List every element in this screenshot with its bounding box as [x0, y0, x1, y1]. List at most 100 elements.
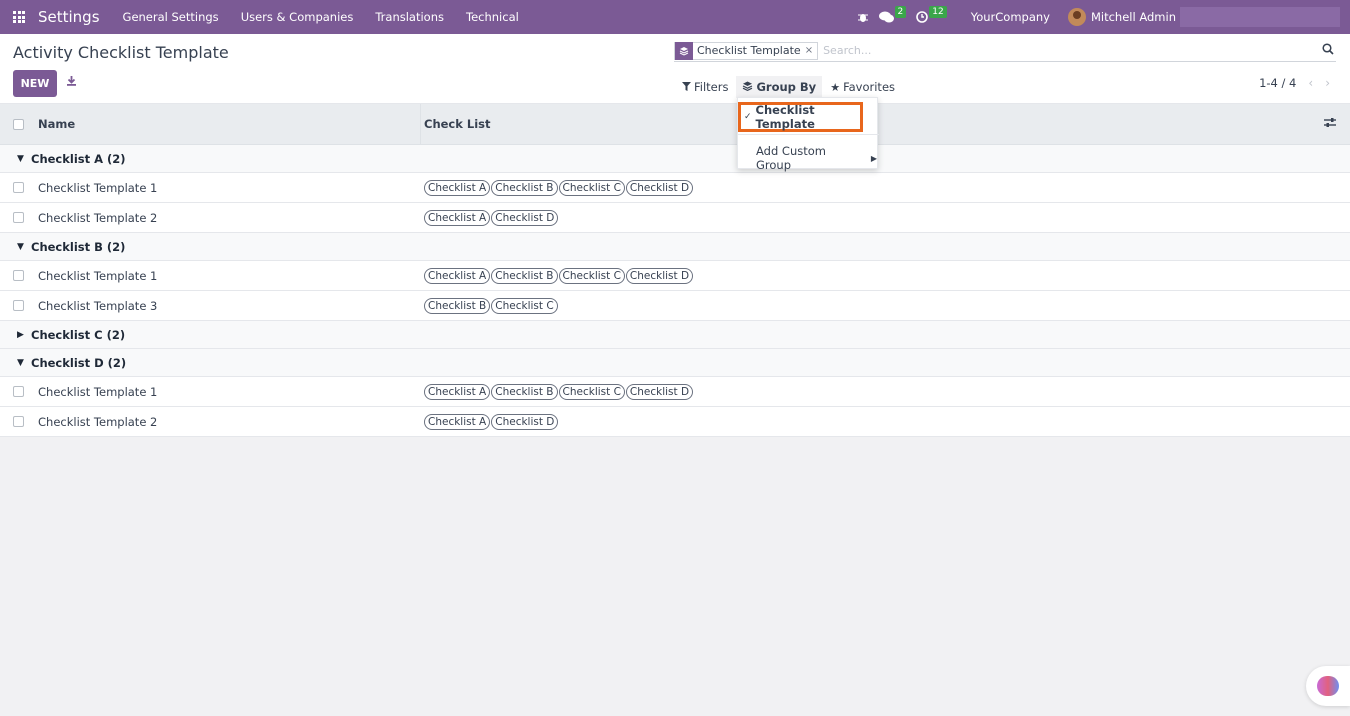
table-row[interactable]: Checklist Template 2 Checklist A Checklist… [0, 407, 1350, 437]
pager-value[interactable]: 1-4 / 4 [1259, 76, 1296, 90]
group-label: Checklist A (2) [31, 151, 126, 166]
column-header-name[interactable]: Name [38, 117, 75, 131]
filter-icon [682, 81, 691, 94]
activities-badge: 12 [929, 6, 947, 18]
checklist-tags: Checklist A Checklist D [424, 413, 559, 430]
layers-icon [742, 81, 753, 94]
checklist-tag: Checklist C [558, 179, 625, 196]
checklist-tag: Checklist B [491, 383, 558, 400]
new-button[interactable]: NEW [13, 70, 57, 97]
row-name: Checklist Template 1 [38, 268, 158, 283]
checklist-tag: Checklist D [491, 413, 559, 430]
group-row[interactable]: ▶ Checklist C (2) [0, 321, 1350, 349]
row-name: Checklist Template 2 [38, 210, 158, 225]
row-name: Checklist Template 1 [38, 384, 158, 399]
caret-down-icon: ▼ [17, 241, 24, 252]
app-brand[interactable]: Settings [38, 8, 100, 26]
checklist-tag: Checklist C [491, 297, 558, 314]
settings-sliders-icon[interactable] [1324, 117, 1336, 131]
groupby-option-label: Checklist Template [755, 103, 815, 131]
checklist-tags: Checklist A Checklist D [424, 209, 559, 226]
checklist-tag: Checklist A [424, 267, 491, 284]
groupby-option-checklist-template[interactable]: ✓ Checklist Template [738, 102, 863, 132]
table-row[interactable]: Checklist Template 1 Checklist A Checklist… [0, 261, 1350, 291]
filters-toggle[interactable]: Filters [682, 80, 728, 94]
caret-right-icon: ▶ [870, 153, 877, 163]
row-checkbox[interactable] [13, 212, 24, 223]
favorites-toggle[interactable]: ★ Favorites [830, 80, 895, 94]
search-input[interactable]: Search... [823, 44, 1322, 57]
page-title: Activity Checklist Template [13, 43, 229, 62]
checklist-tag: Checklist A [424, 383, 491, 400]
database-name-box [1180, 7, 1340, 27]
company-switcher[interactable]: YourCompany [971, 10, 1050, 24]
table-row[interactable]: Checklist Template 3 Checklist B Checklist… [0, 291, 1350, 321]
layers-icon [675, 41, 693, 60]
checklist-tag: Checklist D [625, 179, 694, 196]
caret-right-icon: ▶ [17, 329, 24, 340]
row-name: Checklist Template 2 [38, 414, 158, 429]
search-icon[interactable] [1322, 42, 1334, 59]
checklist-tag: Checklist D [625, 383, 694, 400]
checklist-tags: Checklist B Checklist C [424, 297, 559, 314]
groupby-label: Group By [756, 80, 817, 94]
groupby-toggle[interactable]: Group By [736, 76, 823, 98]
checklist-tag: Checklist C [558, 267, 625, 284]
group-row[interactable]: ▼ Checklist A (2) [0, 145, 1350, 173]
download-icon[interactable] [66, 75, 77, 90]
filters-label: Filters [694, 80, 729, 94]
menu-general-settings[interactable]: General Settings [112, 10, 230, 24]
add-custom-group-option[interactable]: Add Custom Group ▶ [756, 144, 877, 172]
checklist-tags: Checklist A Checklist B Checklist C Checkli… [424, 383, 694, 400]
search-bar: Checklist Template × Search... [674, 40, 1336, 62]
menu-technical[interactable]: Technical [455, 10, 530, 24]
table-row[interactable]: Checklist Template 1 Checklist A Checklist… [0, 377, 1350, 407]
group-label: Checklist C (2) [31, 327, 126, 342]
checklist-tag: Checklist C [558, 383, 625, 400]
check-icon: ✓ [744, 112, 752, 122]
row-checkbox[interactable] [13, 300, 24, 311]
row-checkbox[interactable] [13, 182, 24, 193]
facet-label: Checklist Template [697, 44, 801, 57]
chevron-left-icon[interactable]: ‹ [1308, 76, 1313, 90]
checklist-tag: Checklist D [625, 267, 694, 284]
ai-assistant-button[interactable] [1306, 666, 1350, 706]
select-all-checkbox[interactable] [13, 118, 24, 130]
group-label: Checklist B (2) [31, 239, 126, 254]
top-navbar: Settings General Settings Users & Compan… [0, 0, 1350, 34]
row-checkbox[interactable] [13, 386, 24, 397]
checklist-tags: Checklist A Checklist B Checklist C Checkli… [424, 267, 694, 284]
list-view: Name Check List ▼ Checklist A (2) Checklis… [0, 104, 1350, 437]
groupby-dropdown: ✓ Checklist Template Add Custom Group ▶ [737, 97, 879, 172]
row-name: Checklist Template 1 [38, 180, 158, 195]
bug-icon[interactable] [857, 11, 869, 23]
clock-icon[interactable]: 12 [916, 6, 947, 23]
column-header-checklist[interactable]: Check List [424, 117, 491, 131]
user-menu[interactable]: Mitchell Admin [1091, 10, 1176, 24]
menu-users-companies[interactable]: Users & Companies [230, 10, 365, 24]
table-row[interactable]: Checklist Template 2 Checklist A Checklist… [0, 203, 1350, 233]
table-row[interactable]: Checklist Template 1 Checklist A Checklist… [0, 173, 1350, 203]
search-facet: Checklist Template × [674, 41, 819, 60]
checklist-tag: Checklist B [424, 297, 491, 314]
checklist-tag: Checklist A [424, 209, 491, 226]
avatar[interactable] [1067, 8, 1086, 26]
caret-down-icon: ▼ [17, 357, 24, 368]
apps-grid-icon[interactable] [0, 0, 38, 34]
chevron-right-icon[interactable]: › [1325, 76, 1330, 90]
row-checkbox[interactable] [13, 270, 24, 281]
ai-brain-icon [1317, 676, 1339, 696]
facet-remove-button[interactable]: × [805, 45, 817, 56]
checklist-tag: Checklist B [491, 179, 558, 196]
group-row[interactable]: ▼ Checklist B (2) [0, 233, 1350, 261]
caret-down-icon: ▼ [17, 153, 24, 164]
checklist-tag: Checklist B [491, 267, 558, 284]
pager: 1-4 / 4 ‹ › [1259, 76, 1330, 90]
checklist-tags: Checklist A Checklist B Checklist C Checkli… [424, 179, 694, 196]
column-divider [420, 104, 421, 145]
chat-icon[interactable]: 2 [878, 6, 907, 23]
star-icon: ★ [830, 80, 841, 94]
row-checkbox[interactable] [13, 416, 24, 427]
group-row[interactable]: ▼ Checklist D (2) [0, 349, 1350, 377]
menu-translations[interactable]: Translations [364, 10, 455, 24]
